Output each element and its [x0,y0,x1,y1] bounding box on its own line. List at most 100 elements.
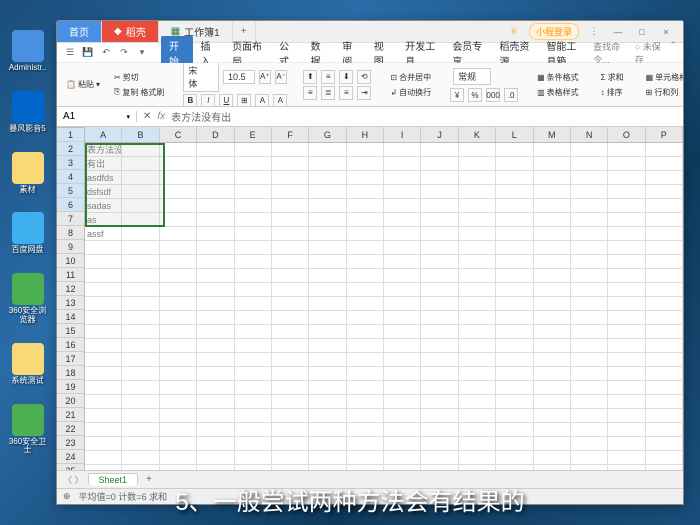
font-name-select[interactable]: 宋体 [183,63,219,92]
desktop-icon[interactable]: 百度网盘 [5,212,50,255]
cell[interactable] [235,213,272,227]
cell[interactable] [272,325,309,339]
cell[interactable] [571,451,608,465]
cell[interactable] [571,157,608,171]
cell[interactable] [459,465,496,470]
cell[interactable] [347,465,384,470]
cell[interactable] [85,311,122,325]
cell[interactable] [646,465,683,470]
cell[interactable] [459,297,496,311]
cell[interactable] [608,395,645,409]
cell[interactable] [384,451,421,465]
cell[interactable] [534,465,571,470]
cell[interactable] [235,241,272,255]
cell[interactable] [272,213,309,227]
cell[interactable] [384,381,421,395]
cell[interactable] [347,227,384,241]
cell[interactable] [235,311,272,325]
cell[interactable] [347,157,384,171]
cell[interactable] [235,325,272,339]
cell[interactable] [235,381,272,395]
cell[interactable] [272,367,309,381]
cell[interactable] [608,143,645,157]
cell[interactable] [496,465,533,470]
cell[interactable] [496,353,533,367]
cell[interactable] [646,157,683,171]
cell[interactable] [85,325,122,339]
cell[interactable] [496,213,533,227]
cell[interactable] [160,311,197,325]
cell[interactable] [571,367,608,381]
cell[interactable] [608,311,645,325]
cell[interactable] [85,367,122,381]
cell[interactable] [496,437,533,451]
cell[interactable] [309,437,346,451]
cell[interactable] [646,297,683,311]
cell[interactable] [384,311,421,325]
cell[interactable] [197,213,234,227]
row-header[interactable]: 24 [57,450,84,464]
cell[interactable] [646,395,683,409]
cell[interactable] [347,395,384,409]
cell[interactable] [384,241,421,255]
cell[interactable] [571,465,608,470]
cell[interactable] [571,199,608,213]
col-header[interactable]: E [235,127,272,142]
cell[interactable] [347,143,384,157]
cell[interactable] [646,283,683,297]
row-header[interactable]: 7 [57,212,84,226]
row-header[interactable]: 17 [57,352,84,366]
cell[interactable] [421,325,458,339]
cell[interactable] [384,297,421,311]
cell[interactable] [347,325,384,339]
cell[interactable] [534,143,571,157]
cell[interactable] [272,339,309,353]
cell[interactable] [534,325,571,339]
row-header[interactable]: 16 [57,338,84,352]
cell[interactable] [421,213,458,227]
cell[interactable] [122,171,159,185]
format-button[interactable]: ▦单元格格式 [643,71,683,84]
cell[interactable] [496,199,533,213]
cell[interactable] [459,213,496,227]
cell[interactable] [384,423,421,437]
cell[interactable] [421,339,458,353]
cell[interactable] [459,451,496,465]
cell[interactable] [459,283,496,297]
cell[interactable] [85,339,122,353]
orientation-icon[interactable]: ⟲ [357,70,371,84]
cell[interactable] [534,227,571,241]
desktop-icon[interactable]: 系统测试 [5,343,50,386]
cell[interactable] [235,269,272,283]
cell[interactable] [534,423,571,437]
cell[interactable] [608,381,645,395]
cell[interactable] [197,311,234,325]
cell[interactable] [384,157,421,171]
cell[interactable] [459,157,496,171]
cell[interactable] [160,227,197,241]
row-header[interactable]: 11 [57,268,84,282]
merge-button[interactable]: ⊡合并居中 [387,71,434,84]
cell[interactable] [646,185,683,199]
save-icon[interactable]: ☰ [63,46,77,60]
cell[interactable] [122,353,159,367]
cell[interactable] [608,269,645,283]
cell[interactable] [646,255,683,269]
cell[interactable] [421,437,458,451]
paste-button[interactable]: 📋粘贴▾ [63,78,103,91]
row-header[interactable]: 1 [57,128,84,142]
cell[interactable] [272,409,309,423]
desktop-icon[interactable]: 暴风影音5 [5,91,50,134]
cell[interactable] [160,255,197,269]
cell[interactable] [459,395,496,409]
cell[interactable] [608,157,645,171]
cell[interactable] [235,451,272,465]
cell[interactable] [197,171,234,185]
cell[interactable] [309,143,346,157]
name-box[interactable]: A1▾ [57,111,137,122]
row-header[interactable]: 15 [57,324,84,338]
cell[interactable] [309,353,346,367]
row-header[interactable]: 19 [57,380,84,394]
fill-color-icon[interactable]: A [255,94,269,108]
cell[interactable] [421,185,458,199]
